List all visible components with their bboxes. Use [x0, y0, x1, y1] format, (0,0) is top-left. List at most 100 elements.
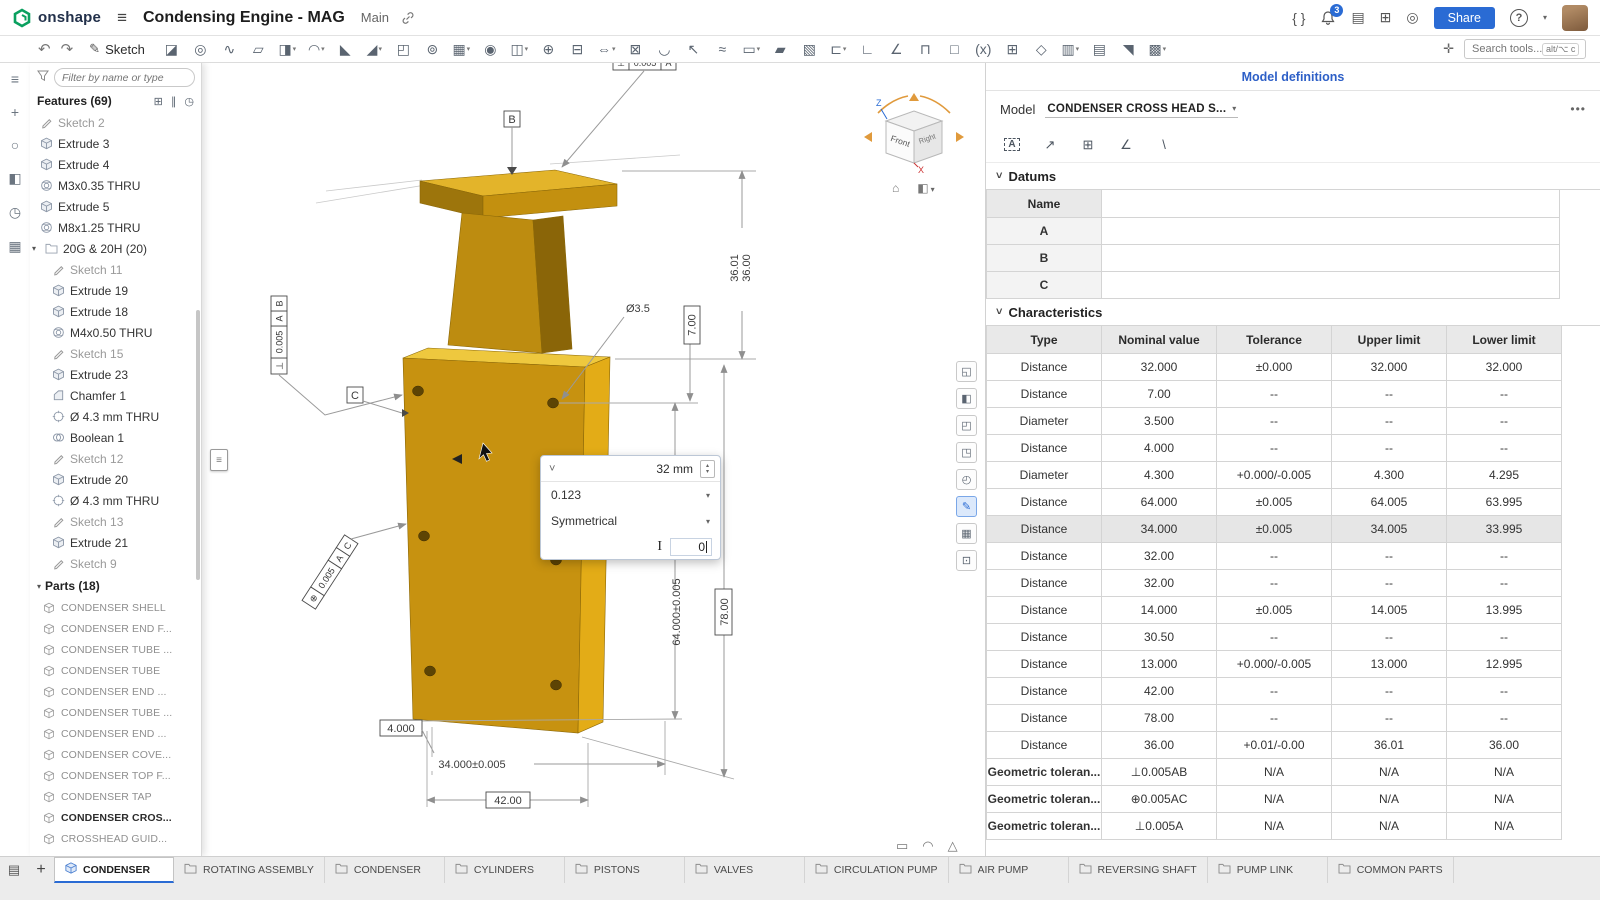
upper-limit-cell[interactable]: 14.005: [1332, 597, 1447, 624]
thicken-icon[interactable]: ◨ ▾: [273, 37, 302, 61]
insert-here-icon[interactable]: ⊞: [154, 95, 163, 108]
chamfer-icon[interactable]: ◣: [331, 37, 360, 61]
lower-limit-cell[interactable]: --: [1447, 543, 1562, 570]
datum-b[interactable]: B: [504, 111, 520, 175]
type-cell[interactable]: Diameter: [987, 462, 1102, 489]
part-item[interactable]: CONDENSER END ...: [30, 723, 201, 744]
tolerance-value-input[interactable]: 0: [670, 538, 712, 556]
tolerance-cell[interactable]: N/A: [1217, 813, 1332, 840]
tab-icon[interactable]: ⊓: [911, 37, 940, 61]
chevron-down-icon[interactable]: ▾: [1076, 45, 1080, 53]
nominal-cell[interactable]: 13.000: [1102, 651, 1217, 678]
datum-name-cell[interactable]: B: [987, 245, 1102, 272]
cutlist-icon[interactable]: ▤: [1085, 37, 1114, 61]
feature-item[interactable]: Ø 4.3 mm THRU: [30, 490, 201, 511]
loft-icon[interactable]: ▱: [244, 37, 273, 61]
dim-36-lower[interactable]: 36.00: [741, 254, 753, 282]
dim-78[interactable]: 78.00: [715, 589, 732, 635]
share-link-icon[interactable]: [401, 11, 415, 25]
type-cell[interactable]: Distance: [987, 570, 1102, 597]
part-3d-model[interactable]: [403, 170, 617, 733]
dimension-value-field[interactable]: 32 mm: [656, 462, 693, 476]
circular-pattern-icon[interactable]: ◉: [476, 37, 505, 61]
slash-tool-icon[interactable]: \: [1150, 133, 1178, 157]
dim-diameter[interactable]: Ø3.5: [626, 303, 650, 315]
split-icon[interactable]: ⊟: [563, 37, 592, 61]
leader-tool-icon[interactable]: ↗: [1036, 133, 1064, 157]
boundary-surface-icon[interactable]: ▧: [795, 37, 824, 61]
datum-tool-icon[interactable]: A: [998, 133, 1026, 157]
gusset-icon[interactable]: ◥: [1114, 37, 1143, 61]
feature-item[interactable]: Boolean 1: [30, 427, 201, 448]
type-cell[interactable]: Distance: [987, 597, 1102, 624]
tolerance-cell[interactable]: ±0.000: [1217, 354, 1332, 381]
document-tab[interactable]: REVERSING SHAFT: [1069, 857, 1208, 883]
feature-item[interactable]: Extrude 23: [30, 364, 201, 385]
document-tab[interactable]: COMMON PARTS: [1328, 857, 1454, 883]
feature-item[interactable]: Extrude 5: [30, 196, 201, 217]
measure-icon[interactable]: △: [948, 838, 958, 854]
tolerance-cell[interactable]: ±0.005: [1217, 489, 1332, 516]
chevron-down-icon[interactable]: ▾: [293, 45, 297, 53]
zoom-fit-icon[interactable]: ⊡: [956, 550, 977, 571]
dim-4[interactable]: 4.000: [380, 720, 434, 753]
featurescript-icon[interactable]: { }: [1292, 10, 1305, 26]
document-tab[interactable]: VALVES: [685, 857, 805, 883]
feature-item[interactable]: Sketch 15: [30, 343, 201, 364]
chevron-down-icon[interactable]: ▾: [467, 45, 471, 53]
document-tab[interactable]: ROTATING ASSEMBLY: [174, 857, 325, 883]
upper-limit-cell[interactable]: N/A: [1332, 759, 1447, 786]
tolerance-cell[interactable]: --: [1217, 570, 1332, 597]
tolerance-cell[interactable]: --: [1217, 381, 1332, 408]
part-item[interactable]: CONDENSER SHELL: [30, 597, 201, 618]
lower-limit-cell[interactable]: 36.00: [1447, 732, 1562, 759]
type-cell[interactable]: Geometric toleran...: [987, 759, 1102, 786]
upper-limit-cell[interactable]: --: [1332, 408, 1447, 435]
more-options-icon[interactable]: •••: [1570, 102, 1586, 116]
document-tab[interactable]: CONDENSER: [325, 857, 445, 883]
lower-limit-cell[interactable]: 13.995: [1447, 597, 1562, 624]
bend-icon[interactable]: ∠: [882, 37, 911, 61]
feature-item[interactable]: Chamfer 1: [30, 385, 201, 406]
hole-icon[interactable]: ⊚: [418, 37, 447, 61]
suppress-icon[interactable]: ∥: [171, 95, 177, 108]
flange-icon[interactable]: ∟: [853, 37, 882, 61]
tolerance-type-select[interactable]: Symmetrical ▾: [541, 508, 720, 534]
chevron-down-icon[interactable]: ▾: [321, 45, 325, 53]
fcf-top[interactable]: ⊥ 0.005 A: [613, 63, 676, 70]
notifications-bell-icon[interactable]: 3: [1320, 10, 1336, 26]
type-cell[interactable]: Geometric toleran...: [987, 786, 1102, 813]
part-item[interactable]: CONDENSER END ...: [30, 681, 201, 702]
surface-icon[interactable]: ▭ ▾: [737, 37, 766, 61]
protractor-icon[interactable]: ◠: [922, 838, 933, 854]
feature-item[interactable]: Sketch 13: [30, 511, 201, 532]
type-cell[interactable]: Distance: [987, 705, 1102, 732]
lower-limit-cell[interactable]: --: [1447, 705, 1562, 732]
characteristics-section-header[interactable]: ˅ Characteristics: [986, 299, 1600, 325]
section-view-icon[interactable]: ◱: [956, 361, 977, 382]
home-view-icon[interactable]: ⌂: [892, 181, 899, 195]
linear-pattern-icon[interactable]: ▦ ▾: [447, 37, 476, 61]
chevron-down-icon[interactable]: ▾: [757, 45, 761, 53]
main-menu-icon[interactable]: ≡: [117, 8, 127, 28]
feature-tree-icon[interactable]: ≡: [11, 71, 19, 87]
history-icon[interactable]: ◷: [9, 204, 21, 221]
shell-icon[interactable]: ◰: [389, 37, 418, 61]
type-cell[interactable]: Geometric toleran...: [987, 813, 1102, 840]
type-cell[interactable]: Distance: [987, 732, 1102, 759]
datum-value-cell[interactable]: [1102, 272, 1560, 299]
part-item[interactable]: CONDENSER TOP F...: [30, 765, 201, 786]
nominal-cell[interactable]: 32.00: [1102, 543, 1217, 570]
feature-item[interactable]: Extrude 3: [30, 133, 201, 154]
nominal-cell[interactable]: 64.000: [1102, 489, 1217, 516]
type-cell[interactable]: Diameter: [987, 408, 1102, 435]
rollback-icon[interactable]: ◷: [184, 95, 194, 108]
lower-limit-cell[interactable]: 32.000: [1447, 354, 1562, 381]
upper-limit-cell[interactable]: --: [1332, 543, 1447, 570]
document-tab[interactable]: CIRCULATION PUMP: [805, 857, 949, 883]
document-tab[interactable]: PUMP LINK: [1208, 857, 1328, 883]
chevron-down-icon[interactable]: ▾: [1543, 13, 1547, 22]
part-item[interactable]: CONDENSER CROS...: [30, 807, 201, 828]
lower-limit-cell[interactable]: --: [1447, 678, 1562, 705]
tag-icon[interactable]: ◇: [1027, 37, 1056, 61]
